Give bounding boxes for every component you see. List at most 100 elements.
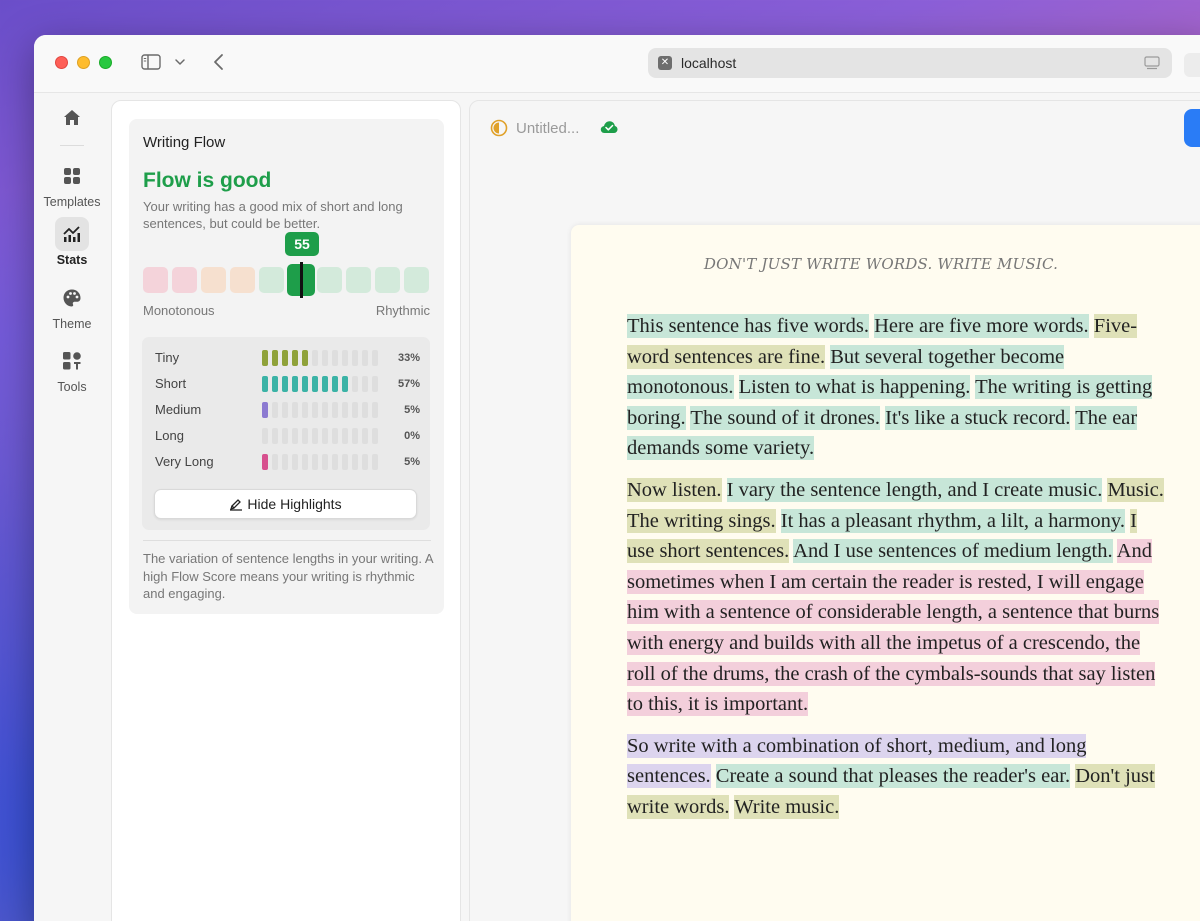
dist-bar-cell (282, 350, 288, 366)
dist-bar-cell (302, 402, 308, 418)
dist-bar-cell (342, 376, 348, 392)
dist-label: Short (155, 376, 187, 391)
dist-row-tiny: Tiny 33% (155, 349, 420, 367)
reader-mode-icon[interactable] (1144, 56, 1160, 70)
dist-bar-cell (292, 454, 298, 470)
document-title[interactable]: Untitled... (516, 120, 579, 137)
sentence[interactable]: Now listen. (627, 477, 722, 502)
zoom-window-button[interactable] (99, 56, 112, 69)
chevron-down-icon[interactable] (174, 56, 186, 68)
dist-bar-cell (372, 376, 378, 392)
dist-bar-cell (282, 428, 288, 444)
sentence[interactable]: The sound of it drones. (690, 405, 881, 430)
dist-percent: 33% (397, 352, 420, 364)
sentence[interactable]: It has a pleasant rhythm, a lilt, a harm… (780, 508, 1125, 533)
scale-segment (404, 267, 429, 293)
dist-bar-cell (282, 376, 288, 392)
back-arrow-icon[interactable] (211, 53, 225, 71)
paragraph[interactable]: This sentence has five words. Here are f… (627, 311, 1167, 464)
dist-bar-cell (372, 428, 378, 444)
dist-bar-cell (352, 454, 358, 470)
site-close-icon[interactable]: ✕ (658, 56, 672, 70)
dist-row-medium: Medium 5% (155, 401, 420, 419)
sentence[interactable]: And I use sentences of medium length. (793, 539, 1113, 564)
dist-bar-cell (262, 402, 268, 418)
palette-icon (55, 281, 89, 315)
sentence[interactable]: Create a sound that pleases the reader's… (715, 764, 1071, 789)
dist-bar (262, 350, 382, 366)
nav-item-stats[interactable]: Stats (34, 217, 110, 267)
dist-row-long: Long 0% (155, 427, 420, 445)
nav-item-tools[interactable]: Tools (34, 344, 110, 394)
sentence[interactable]: And sometimes when I am certain the read… (627, 539, 1160, 717)
dist-label: Very Long (155, 454, 214, 469)
dist-bar-cell (272, 428, 278, 444)
dist-bar-cell (342, 454, 348, 470)
dist-bar-cell (312, 376, 318, 392)
templates-icon (55, 159, 89, 193)
dist-bar-cell (342, 350, 348, 366)
dist-bar-cell (362, 350, 368, 366)
divider (143, 540, 431, 541)
dist-percent: 0% (404, 430, 420, 442)
dist-bar-cell (302, 428, 308, 444)
scale-segment (172, 267, 197, 293)
dist-bar-cell (342, 428, 348, 444)
sidebar-toggle-icon[interactable] (141, 54, 161, 70)
dist-bar (262, 428, 382, 444)
url-text[interactable]: localhost (681, 55, 736, 71)
sentence[interactable]: Here are five more words. (874, 314, 1089, 338)
paragraph[interactable]: Now listen. I vary the sentence length, … (627, 475, 1167, 720)
address-bar[interactable]: ✕ localhost (648, 48, 1172, 78)
sentence[interactable]: Listen to what is happening. (738, 375, 971, 400)
minimize-window-button[interactable] (77, 56, 90, 69)
dist-bar-cell (352, 376, 358, 392)
dist-bar-cell (272, 402, 278, 418)
home-icon[interactable] (62, 108, 82, 128)
stats-chart-icon (55, 217, 89, 251)
dist-bar-cell (282, 402, 288, 418)
hide-highlights-button[interactable]: Hide Highlights (154, 489, 417, 519)
dist-bar-cell (282, 454, 288, 470)
dist-bar-cell (362, 454, 368, 470)
dist-bar-cell (302, 376, 308, 392)
stats-panel: Writing Flow Flow is good Your writing h… (111, 100, 461, 921)
scale-label-left: Monotonous (143, 303, 215, 318)
score-marker (286, 262, 316, 298)
dist-bar-cell (272, 350, 278, 366)
sentence[interactable]: Write music. (734, 794, 840, 819)
nav-divider (60, 145, 84, 146)
sentence[interactable]: The writing sings. (627, 508, 776, 533)
nav-item-theme[interactable]: Theme (34, 281, 110, 331)
sentence[interactable]: Music. (1107, 477, 1164, 502)
dist-bar-cell (292, 350, 298, 366)
sentence[interactable]: I vary the sentence length, and I create… (726, 477, 1103, 502)
dist-percent: 5% (404, 404, 420, 416)
dist-label: Tiny (155, 350, 180, 365)
scale-segment (375, 267, 400, 293)
save-status-icon (490, 119, 508, 137)
scale-segment (143, 267, 168, 293)
dist-bar-cell (322, 428, 328, 444)
close-window-button[interactable] (55, 56, 68, 69)
document-body[interactable]: This sentence has five words. Here are f… (627, 311, 1167, 834)
extensions-button[interactable] (1184, 53, 1200, 77)
scale-segment (201, 267, 226, 293)
dist-bar-cell (262, 454, 268, 470)
dist-label: Medium (155, 402, 202, 417)
dist-bar (262, 454, 382, 470)
sentence[interactable]: This sentence has five words. (627, 314, 869, 338)
dist-bar (262, 402, 382, 418)
primary-action-button[interactable] (1184, 109, 1200, 147)
dist-bar-cell (272, 376, 278, 392)
dist-bar-cell (332, 428, 338, 444)
dist-bar-cell (302, 350, 308, 366)
nav-item-templates[interactable]: Templates (34, 159, 110, 209)
paragraph[interactable]: So write with a combination of short, me… (627, 731, 1167, 823)
dist-bar-cell (332, 402, 338, 418)
sentence[interactable]: It's like a stuck record. (885, 405, 1071, 430)
document-page[interactable]: DON'T JUST WRITE WORDS. WRITE MUSIC. Thi… (571, 225, 1200, 921)
dist-bar-cell (302, 454, 308, 470)
dist-percent: 5% (404, 456, 420, 468)
dist-bar-cell (322, 402, 328, 418)
